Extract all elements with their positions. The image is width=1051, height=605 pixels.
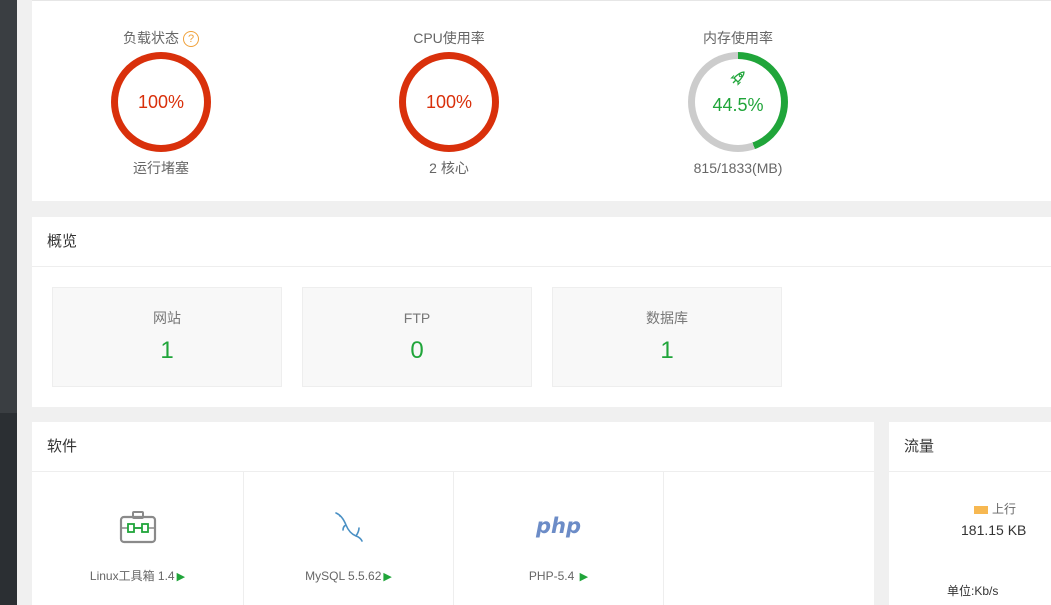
memory-gauge: 内存使用率 44.5% 815/1833(MB)	[648, 1, 828, 178]
traffic-title: 流量	[889, 422, 1051, 472]
load-title-text: 负载状态	[123, 30, 179, 46]
load-status: 运行堵塞	[133, 160, 189, 176]
memory-value: 44.5%	[712, 95, 764, 115]
memory-usage: 815/1833(MB)	[693, 160, 783, 176]
php-icon[interactable]: php	[529, 506, 589, 546]
sidebar-lower	[0, 413, 17, 605]
software-name-php: PHP-5.4	[528, 569, 575, 583]
cpu-cores: 2 核心	[429, 160, 469, 176]
overview-title: 概览	[32, 217, 1051, 267]
load-ring: 100%	[111, 52, 211, 152]
overview-ftp-card[interactable]: FTP 0	[302, 287, 532, 387]
software-item-empty	[664, 472, 874, 605]
cpu-gauge: CPU使用率 100% 2 核心	[359, 1, 539, 178]
upload-swatch	[974, 505, 988, 514]
cpu-ring: 100%	[399, 52, 499, 152]
software-title: 软件	[32, 422, 874, 472]
overview-panel: 概览 网站 1 FTP 0 数据库 1	[32, 217, 1051, 407]
cpu-title: CPU使用率	[413, 30, 485, 46]
software-item-mysql[interactable]: MySQL 5.5.62 ▶	[244, 472, 454, 605]
overview-website-count[interactable]: 1	[53, 336, 281, 366]
help-icon[interactable]: ?	[183, 31, 199, 48]
play-icon[interactable]: ▶	[383, 571, 391, 583]
traffic-legend-up[interactable]: 上行	[974, 500, 1016, 517]
traffic-up-value: 181.15 KB	[961, 522, 1027, 538]
cpu-value: 100%	[425, 92, 473, 112]
traffic-up-label: 上行	[992, 502, 1017, 516]
sidebar	[0, 0, 17, 605]
traffic-panel: 流量 上行 181.15 KB 单位:Kb/s	[889, 422, 1051, 605]
toolbox-icon[interactable]	[118, 506, 158, 546]
software-name-mysql: MySQL 5.5.62	[305, 569, 382, 583]
overview-ftp-count[interactable]: 0	[303, 336, 531, 366]
software-item-php[interactable]: php PHP-5.4 ▶	[454, 472, 664, 605]
overview-database-count[interactable]: 1	[553, 336, 781, 366]
overview-website-card[interactable]: 网站 1	[52, 287, 282, 387]
play-icon[interactable]: ▶	[580, 571, 588, 583]
software-item-label[interactable]: PHP-5.4 ▶	[454, 568, 663, 584]
load-value: 100%	[137, 92, 185, 112]
load-title: 负载状态?	[71, 28, 251, 48]
php-logo-text: php	[535, 514, 581, 538]
software-item-label[interactable]: MySQL 5.5.62 ▶	[244, 568, 453, 584]
play-icon[interactable]: ▶	[177, 571, 185, 583]
software-item-linux-toolbox[interactable]: Linux工具箱 1.4 ▶	[32, 472, 244, 605]
mysql-dolphin-icon[interactable]	[329, 506, 369, 546]
overview-website-label: 网站	[153, 310, 181, 326]
traffic-unit: 单位:Kb/s	[947, 584, 999, 598]
load-gauge: 负载状态? 100% 运行堵塞	[71, 1, 251, 178]
software-name-linux-toolbox: Linux工具箱 1.4	[89, 569, 175, 583]
memory-title: 内存使用率	[703, 30, 773, 46]
status-panel: 负载状态? 100% 运行堵塞 CPU使用率 100% 2 核心 内存使用率 4…	[32, 0, 1051, 201]
software-item-label[interactable]: Linux工具箱 1.4 ▶	[32, 568, 243, 584]
overview-database-label: 数据库	[646, 310, 688, 326]
memory-ring[interactable]: 44.5%	[688, 52, 788, 152]
overview-database-card[interactable]: 数据库 1	[552, 287, 782, 387]
overview-ftp-label: FTP	[403, 310, 431, 326]
software-panel: 软件 Linux工具箱 1.4 ▶ MySQL 5.5.62 ▶ php PHP…	[32, 422, 874, 605]
